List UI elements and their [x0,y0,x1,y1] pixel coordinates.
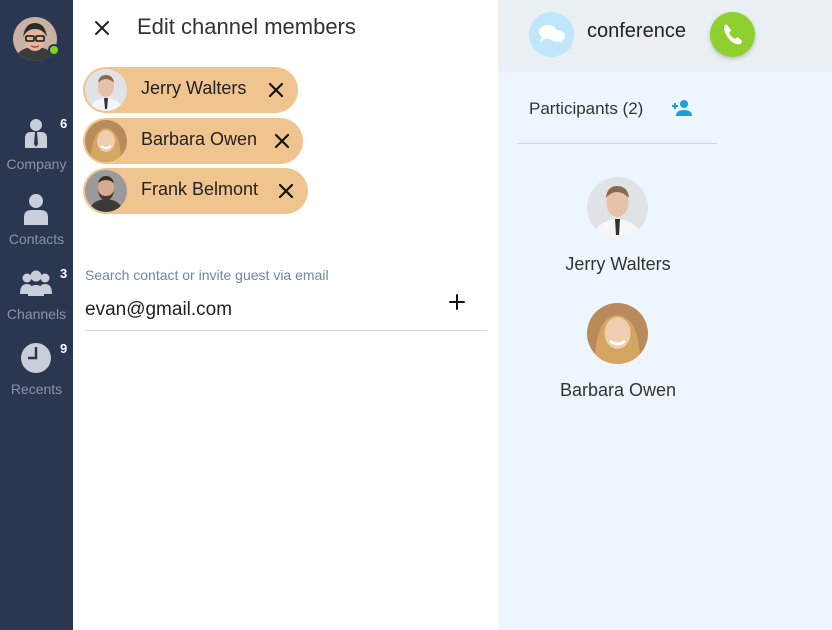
sidebar-item-label: Contacts [8,231,65,247]
sidebar-item-label: Channels [6,306,67,322]
avatar [587,177,648,238]
channel-title: conference [587,20,686,42]
add-person-icon[interactable] [670,96,694,120]
participant-name: Jerry Walters [565,254,671,274]
add-icon[interactable] [447,292,467,312]
channel-header: conference [498,0,832,72]
recents-icon [21,343,51,373]
member-chip: Barbara Owen [83,118,303,164]
page-title: Edit channel members [137,14,356,39]
company-icon [25,119,47,148]
channel-avatar [529,12,574,57]
avatar [85,120,127,162]
chip-name: Barbara Owen [141,129,258,149]
participants-label: Participants (2) [529,99,644,118]
sidebar: 6 Company Contacts 3 Channels 9 Recents [0,0,73,630]
remove-member-icon[interactable] [276,181,296,201]
participant-name: Barbara Owen [559,380,677,400]
recents-badge: 9 [60,341,68,356]
member-chip: Jerry Walters [83,67,298,113]
sidebar-item-contacts[interactable]: Contacts [0,193,73,263]
close-icon[interactable] [90,16,114,40]
presence-indicator [48,44,60,56]
sidebar-item-recents[interactable]: 9 Recents [0,341,73,413]
edit-members-panel: Edit channel members Jerry Walters Barba… [73,0,498,630]
company-badge: 6 [60,116,68,131]
chip-name: Frank Belmont [141,179,259,199]
search-input[interactable] [85,296,435,324]
contacts-icon [24,194,48,225]
member-chip: Frank Belmont [83,168,308,214]
remove-member-icon[interactable] [266,80,286,100]
channel-info-panel: conference Participants (2) Jerry Walter… [498,0,832,630]
sidebar-item-label: Company [6,156,67,172]
chip-name: Jerry Walters [141,78,247,98]
phone-icon [724,24,742,45]
channels-icon [20,270,52,296]
avatar [587,303,648,364]
sidebar-item-company[interactable]: 6 Company [0,116,73,188]
divider [85,330,487,331]
avatar [85,69,127,111]
avatar [85,170,127,212]
search-label: Search contact or invite guest via email [85,267,329,283]
chat-bubbles-icon [539,25,565,44]
channels-badge: 3 [60,266,68,281]
remove-member-icon[interactable] [272,131,292,151]
sidebar-item-label: Recents [10,381,63,397]
divider [517,143,717,144]
call-button[interactable] [710,12,755,57]
sidebar-item-channels[interactable]: 3 Channels [0,266,73,338]
